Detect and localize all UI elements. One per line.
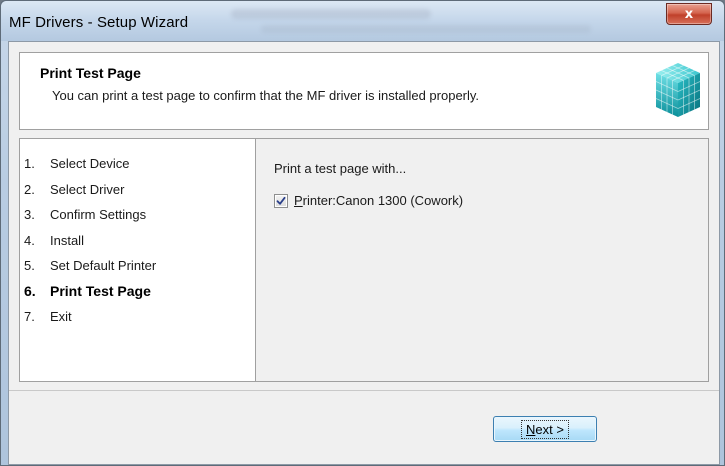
step-item-active: 6. Print Test Page [24,279,255,305]
printer-accel-key: P [294,193,303,208]
step-label: Install [50,232,84,248]
printer-option[interactable]: Printer:Canon 1300 (Cowork) [274,193,463,208]
printer-label[interactable]: Printer:Canon 1300 (Cowork) [294,193,463,208]
step-label: Select Driver [50,181,125,197]
step-item: 4. Install [24,228,255,254]
step-number: 2. [24,181,35,197]
footer-separator [9,390,719,391]
next-label: ext > [535,421,564,437]
checkmark-icon [276,196,286,205]
step-number: 7. [24,309,35,324]
next-button-focus: Next > [521,419,569,439]
setup-cube-icon [655,63,701,117]
main-panel: Print a test page with... Printer:Canon … [256,138,709,382]
next-button[interactable]: Next > [493,416,597,442]
step-item: 7. Exit [24,304,255,330]
steps-list: 1. Select Device 2. Select Driver 3. Confir… [20,139,255,330]
step-item: 2. Select Driver [24,177,255,203]
close-icon: x [684,6,694,22]
page-title: Print Test Page [40,65,141,81]
step-label: Print Test Page [50,282,151,299]
wizard-content: Print Test Page You can print a test pag… [8,41,720,465]
step-number: 5. [24,258,35,273]
window-title: MF Drivers - Setup Wizard [9,14,189,31]
title-bar[interactable]: MF Drivers - Setup Wizard x [1,1,724,41]
printer-checkbox[interactable] [274,193,288,208]
title-bar-background-blur [261,25,591,33]
step-label: Set Default Printer [50,258,157,273]
step-number: 3. [24,207,35,222]
wizard-header: Print Test Page You can print a test pag… [19,52,709,130]
step-item: 5. Set Default Printer [24,253,255,279]
next-accel-key: N [526,421,536,437]
step-label: Exit [50,309,72,324]
step-item: 1. Select Device [24,151,255,177]
page-description: You can print a test page to confirm tha… [52,88,480,103]
title-bar-background-blur [231,9,431,19]
step-number: 1. [24,156,35,171]
setup-wizard-window: MF Drivers - Setup Wizard x Print Test P… [0,0,725,466]
steps-panel: 1. Select Device 2. Select Driver 3. Confir… [19,138,255,382]
step-number: 6. [24,282,36,299]
step-label: Select Device [50,156,130,171]
step-item: 3. Confirm Settings [24,202,255,228]
test-page-prompt: Print a test page with... [274,161,407,176]
close-button[interactable]: x [666,3,712,25]
printer-label-text: rinter:Canon 1300 (Cowork) [302,193,464,208]
step-number: 4. [24,232,35,248]
step-label: Confirm Settings [50,207,147,222]
